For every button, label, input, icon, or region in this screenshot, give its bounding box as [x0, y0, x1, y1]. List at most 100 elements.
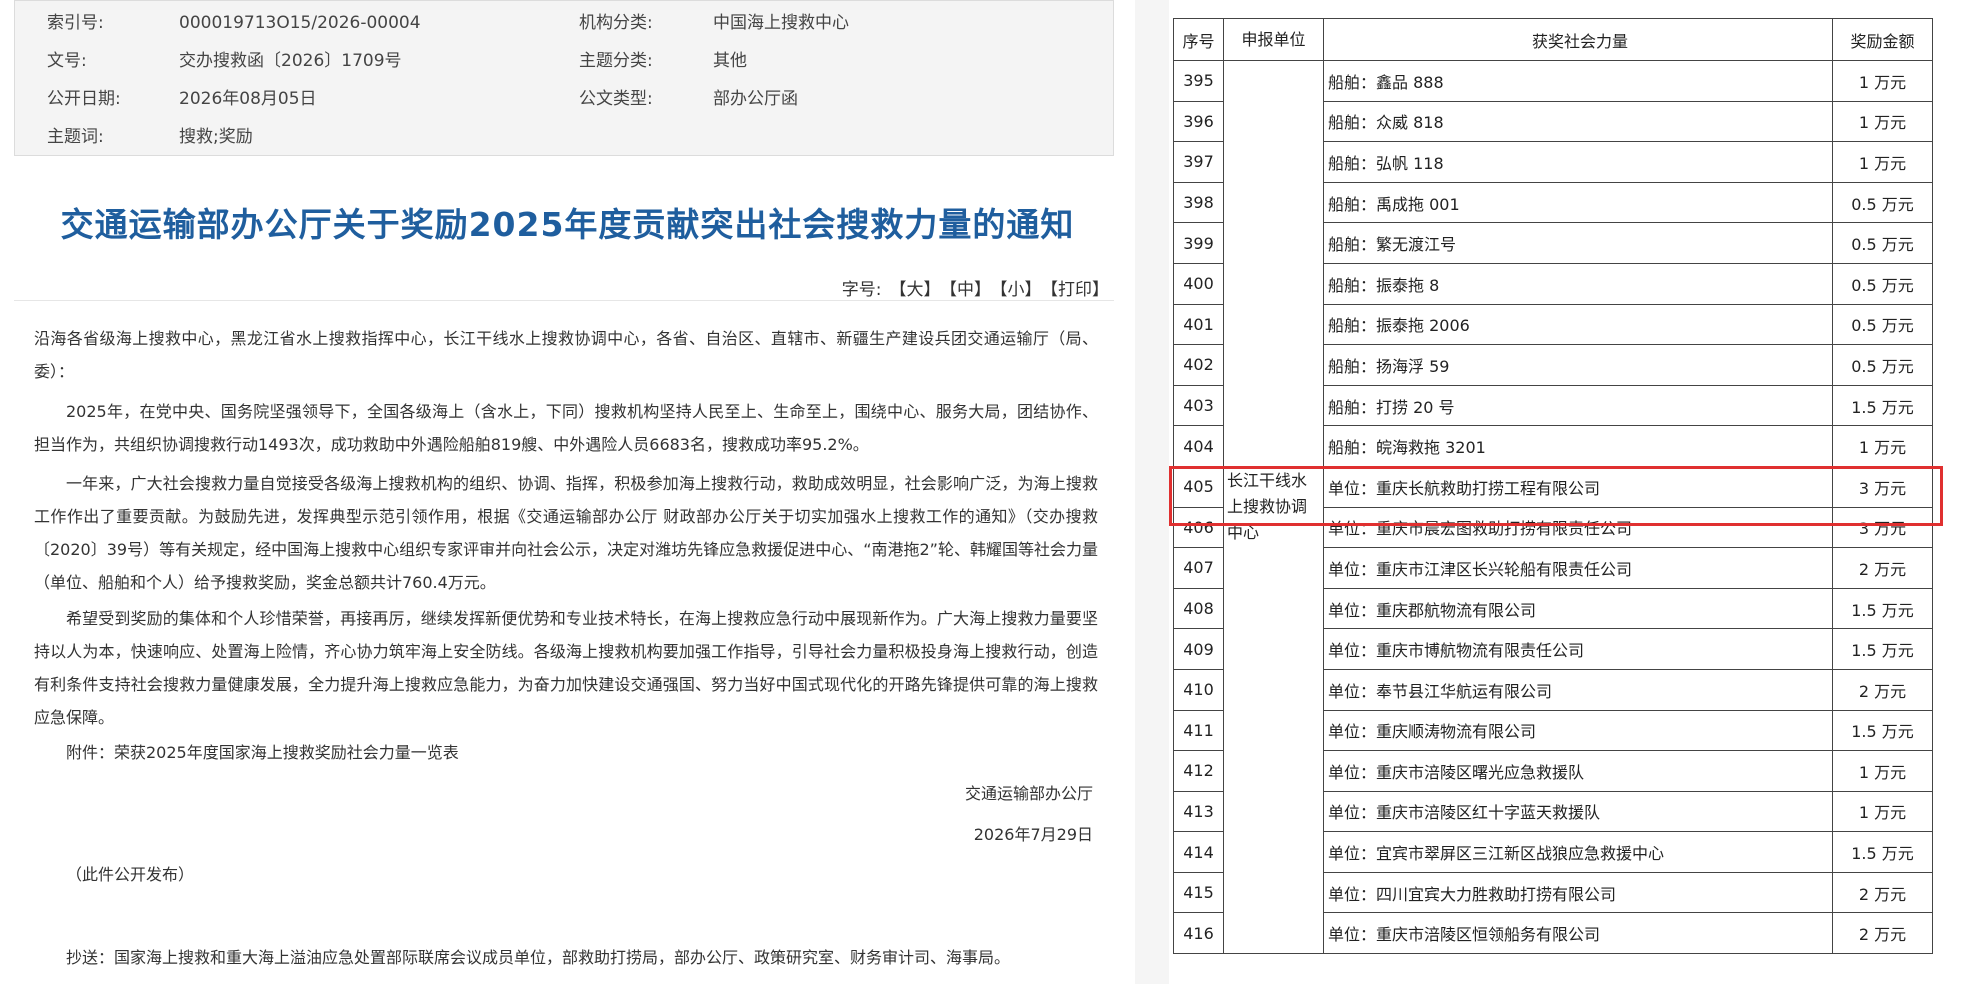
amount-cell: 1.5 万元	[1832, 384, 1933, 427]
amount-cell: 2 万元	[1832, 871, 1933, 914]
header-unit: 申报单位	[1223, 18, 1324, 61]
recipient-cell: 船舶：振泰拖 2006	[1323, 303, 1833, 346]
amount-cell: 1 万元	[1832, 425, 1933, 467]
recipient-cell: 单位：重庆市江津区长兴轮船有限责任公司	[1323, 547, 1833, 589]
meta-key: 主题词:	[47, 127, 104, 147]
amount-cell: 3 万元	[1832, 506, 1933, 549]
font-small-link[interactable]: 【小】	[999, 280, 1042, 300]
recipient-cell: 船舶：皖海救拖 3201	[1323, 425, 1833, 467]
amount-cell: 0.5 万元	[1832, 344, 1933, 386]
amount-cell: 2 万元	[1832, 912, 1933, 955]
row-index: 407	[1173, 547, 1224, 589]
font-large-link[interactable]: 【大】	[890, 280, 941, 300]
amount-cell: 1.5 万元	[1832, 628, 1933, 670]
meta-value: 部办公厅函	[713, 89, 798, 109]
recipient-cell: 单位：重庆市涪陵区曙光应急救援队	[1323, 750, 1833, 792]
row-index: 410	[1173, 668, 1224, 711]
recipient-cell: 船舶：众威 818	[1323, 100, 1833, 143]
amount-cell: 1 万元	[1832, 790, 1933, 833]
font-size-label: 字号:	[841, 280, 882, 300]
row-index: 412	[1173, 750, 1224, 792]
header-amount: 奖励金额	[1832, 18, 1933, 61]
row-index: 416	[1173, 912, 1224, 955]
meta-key: 公开日期:	[47, 89, 121, 109]
reporting-unit-label: 长江干线水上搜救协调中心	[1227, 471, 1308, 543]
print-link[interactable]: 【打印】	[1050, 280, 1110, 300]
row-index: 401	[1173, 303, 1224, 346]
table-row: 395 长江干线水上搜救协调中心 船舶：鑫品 888 1 万元	[1173, 59, 1933, 955]
row-index: 406	[1173, 506, 1224, 549]
row-index: 395	[1173, 60, 1224, 102]
paragraph-3: 希望受到奖励的集体和个人珍惜荣誉，再接再厉，继续发挥新便优势和专业技术特长，在海…	[34, 609, 1098, 727]
amount-cell: 0.5 万元	[1832, 262, 1933, 305]
attachment-link[interactable]: 附件：荣获2025年度国家海上搜救奖励社会力量一览表	[34, 736, 1098, 769]
amount-cell: 0.5 万元	[1832, 222, 1933, 264]
amount-cell: 1 万元	[1832, 141, 1933, 183]
amount-cell: 1.5 万元	[1832, 587, 1933, 630]
amount-cell: 3 万元	[1832, 465, 1933, 508]
meta-row: 文号: 交办搜救函〔2026〕1709号 主题分类: 其他	[15, 42, 1115, 80]
reporting-unit: 长江干线水上搜救协调中心	[1223, 59, 1324, 955]
recipient-cell: 单位：重庆顺涛物流有限公司	[1323, 709, 1833, 752]
recipient-cell: 船舶：禹成拖 001	[1323, 181, 1833, 224]
font-size-bar: 字号: 【大】 【中】 【小】 【打印】	[842, 275, 1109, 300]
meta-value: 搜救;奖励	[179, 127, 253, 147]
meta-key: 主题分类:	[579, 51, 653, 71]
row-index: 408	[1173, 587, 1224, 630]
header-recipient: 获奖社会力量	[1323, 18, 1833, 61]
row-index: 404	[1173, 425, 1224, 467]
meta-value: 其他	[713, 51, 747, 71]
recipient-cell: 单位：重庆市博航物流有限责任公司	[1323, 628, 1833, 670]
page-title: 交通运输部办公厅关于奖励2025年度贡献突出社会搜救力量的通知	[60, 205, 1075, 244]
signer: 交通运输部办公厅	[964, 784, 1093, 803]
amount-cell: 1 万元	[1832, 100, 1933, 143]
meta-key: 文号:	[47, 51, 87, 71]
document-meta-box: 索引号: 000019713O15/2026-00004 机构分类: 中国海上搜…	[14, 0, 1114, 156]
meta-row: 主题词: 搜救;奖励	[15, 118, 1115, 156]
amount-cell: 0.5 万元	[1832, 303, 1933, 346]
row-index: 399	[1173, 222, 1224, 264]
amount-cell: 1.5 万元	[1832, 831, 1933, 873]
amount-cell: 0.5 万元	[1832, 181, 1933, 224]
recipient-cell: 单位：重庆市涪陵区恒领船务有限公司	[1323, 912, 1833, 955]
meta-row: 公开日期: 2026年08月05日 公文类型: 部办公厅函	[15, 80, 1115, 118]
header-index: 序号	[1173, 18, 1224, 61]
amount-cell: 2 万元	[1832, 547, 1933, 589]
paragraph-2: 一年来，广大社会搜救力量自觉接受各级海上搜救机构的组织、协调、指挥，积极参加海上…	[34, 474, 1098, 592]
salutation: 沿海各省级海上搜救中心，黑龙江省水上搜救指挥中心，长江干线水上搜救协调中心，各省…	[34, 329, 1098, 381]
recipient-cell: 单位：四川宜宾大力胜救助打捞有限公司	[1323, 871, 1833, 914]
meta-key: 公文类型:	[579, 89, 653, 109]
amount-cell: 1.5 万元	[1832, 709, 1933, 752]
amount-cell: 1 万元	[1832, 750, 1933, 792]
sign-date: 2026年7月29日	[973, 825, 1093, 844]
table-header-row: 序号 申报单位 获奖社会力量 奖励金额	[1173, 18, 1933, 61]
row-index: 398	[1173, 181, 1224, 224]
recipient-cell: 单位：重庆市涪陵区红十字蓝天救援队	[1323, 790, 1833, 833]
recipient-cell: 单位：重庆长航救助打捞工程有限公司	[1323, 465, 1833, 508]
font-medium-link[interactable]: 【中】	[949, 280, 992, 300]
recipient-cell: 船舶：繁无渡江号	[1323, 222, 1833, 264]
award-table-pane: 序号 申报单位 获奖社会力量 奖励金额 395 长江干线水上搜救协调中心 船舶：鑫品…	[1169, 0, 1962, 984]
row-index: 414	[1173, 831, 1224, 873]
amount-cell: 2 万元	[1832, 668, 1933, 711]
recipient-cell: 单位：宜宾市翠屏区三江新区战狼应急救援中心	[1323, 831, 1833, 873]
recipient-cell: 船舶：弘帆 118	[1323, 141, 1833, 183]
row-index: 403	[1173, 384, 1224, 427]
row-index: 397	[1173, 141, 1224, 183]
row-index: 396	[1173, 100, 1224, 143]
row-index: 415	[1173, 871, 1224, 914]
amount-cell: 1 万元	[1832, 60, 1933, 102]
row-index: 413	[1173, 790, 1224, 833]
meta-row: 索引号: 000019713O15/2026-00004 机构分类: 中国海上搜…	[15, 4, 1115, 42]
pane-divider	[1135, 0, 1169, 984]
recipient-cell: 船舶：扬海浮 59	[1323, 344, 1833, 386]
recipient-cell: 船舶：鑫品 888	[1323, 60, 1833, 102]
recipient-cell: 单位：重庆市晨宏图救助打捞有限责任公司	[1323, 506, 1833, 549]
recipient-cell: 单位：奉节县江华航运有限公司	[1323, 668, 1833, 711]
recipient-cell: 船舶：打捞 20 号	[1323, 384, 1833, 427]
recipient-cell: 单位：重庆郡航物流有限公司	[1323, 587, 1833, 630]
recipient-cell: 船舶：振泰拖 8	[1323, 262, 1833, 305]
meta-key: 机构分类:	[579, 13, 653, 33]
meta-key: 索引号:	[47, 13, 104, 33]
notice-pane: 索引号: 000019713O15/2026-00004 机构分类: 中国海上搜…	[0, 0, 1135, 984]
